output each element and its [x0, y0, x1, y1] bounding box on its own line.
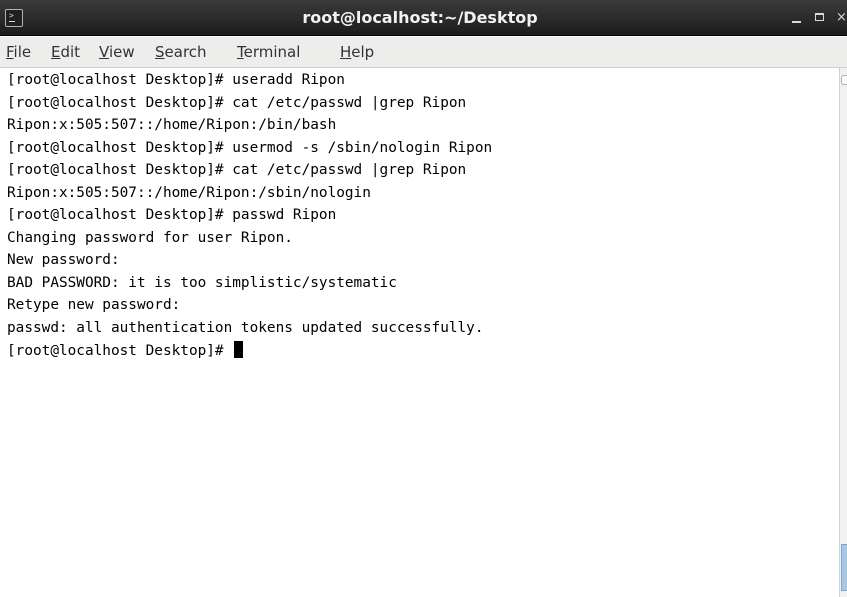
maximize-button[interactable]	[813, 0, 827, 36]
menu-search[interactable]: Search	[155, 37, 207, 68]
terminal-output[interactable]: [root@localhost Desktop]# useradd Ripon …	[0, 68, 839, 597]
terminal-prompt-line: [root@localhost Desktop]#	[7, 341, 244, 359]
terminal-line: Ripon:x:505:507::/home/Ripon:/bin/bash	[7, 117, 337, 133]
maximize-icon	[815, 13, 824, 21]
terminal-line: [root@localhost Desktop]# cat /etc/passw…	[7, 95, 467, 111]
window-titlebar[interactable]: > root@localhost:~/Desktop ×	[0, 0, 847, 36]
scrollbar-thumb[interactable]	[841, 544, 847, 591]
terminal-line: Ripon:x:505:507::/home/Ripon:/sbin/nolog…	[7, 185, 371, 201]
menu-terminal[interactable]: Terminal	[237, 37, 300, 68]
menu-edit[interactable]: Edit	[51, 37, 80, 68]
vertical-scrollbar[interactable]	[839, 68, 847, 597]
menu-file[interactable]: File	[6, 37, 31, 68]
text-cursor	[234, 341, 244, 358]
terminal-line: New password:	[7, 252, 120, 268]
terminal-line: [root@localhost Desktop]# cat /etc/passw…	[7, 162, 467, 178]
close-button[interactable]: ×	[836, 0, 847, 36]
terminal-line: Retype new password:	[7, 297, 181, 313]
terminal-line: passwd: all authentication tokens update…	[7, 320, 484, 336]
terminal-line: [root@localhost Desktop]# passwd Ripon	[7, 207, 337, 223]
menu-view[interactable]: View	[99, 37, 135, 68]
terminal-icon: >	[5, 9, 23, 27]
terminal-line: BAD PASSWORD: it is too simplistic/syste…	[7, 275, 397, 291]
terminal-line: [root@localhost Desktop]# usermod -s /sb…	[7, 140, 493, 156]
menu-help[interactable]: Help	[340, 37, 374, 68]
minimize-button[interactable]	[790, 0, 804, 36]
minimize-icon	[792, 21, 801, 23]
terminal-line: Changing password for user Ripon.	[7, 230, 293, 246]
window-title: root@localhost:~/Desktop	[302, 8, 538, 27]
scroll-up-icon[interactable]	[841, 75, 847, 85]
menubar: File Edit View Search Terminal Help	[0, 37, 847, 68]
terminal-line: [root@localhost Desktop]# useradd Ripon	[7, 72, 345, 88]
terminal-prompt: [root@localhost Desktop]#	[7, 343, 233, 359]
